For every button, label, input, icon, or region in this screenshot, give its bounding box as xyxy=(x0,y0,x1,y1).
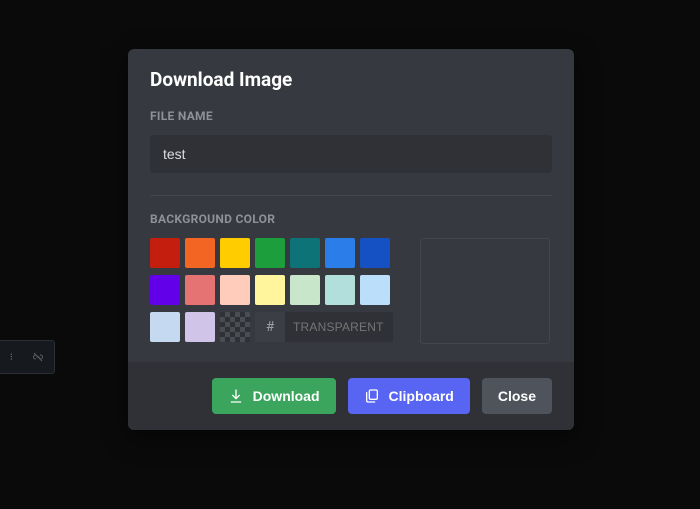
color-swatch[interactable] xyxy=(360,275,390,305)
modal-title: Download Image xyxy=(128,49,574,95)
bgcolor-label: BACKGROUND COLOR xyxy=(150,212,552,226)
color-swatch[interactable] xyxy=(290,238,320,268)
color-swatch[interactable] xyxy=(255,238,285,268)
color-swatch[interactable] xyxy=(220,238,250,268)
color-swatch[interactable] xyxy=(255,275,285,305)
clipboard-icon xyxy=(364,388,380,404)
toolbar-glyph: ⁝ xyxy=(10,352,13,363)
bgcolor-row: # xyxy=(150,238,552,344)
hex-input-group: # xyxy=(255,312,393,344)
download-image-modal: Download Image FILE NAME BACKGROUND COLO… xyxy=(128,49,574,430)
modal-footer: Download Clipboard Close xyxy=(128,362,574,430)
color-preview xyxy=(420,238,550,344)
filename-input[interactable] xyxy=(150,135,552,173)
modal-body: FILE NAME BACKGROUND COLOR # xyxy=(128,95,574,362)
divider xyxy=(150,195,552,196)
color-swatch[interactable] xyxy=(220,275,250,305)
color-swatch[interactable] xyxy=(185,238,215,268)
close-button[interactable]: Close xyxy=(482,378,552,414)
swatch-grid: # xyxy=(150,238,398,344)
color-swatch[interactable] xyxy=(185,312,215,342)
hex-prefix: # xyxy=(255,312,285,342)
color-swatch[interactable] xyxy=(150,238,180,268)
download-button-label: Download xyxy=(253,388,320,404)
color-swatch[interactable] xyxy=(325,275,355,305)
transparent-swatch[interactable] xyxy=(220,312,250,342)
download-icon xyxy=(228,388,244,404)
filename-label: FILE NAME xyxy=(150,109,552,123)
color-swatch[interactable] xyxy=(185,275,215,305)
close-button-label: Close xyxy=(498,388,536,404)
background-toolbar: ⁝ xyxy=(0,340,55,374)
clipboard-button[interactable]: Clipboard xyxy=(348,378,470,414)
color-swatch[interactable] xyxy=(150,275,180,305)
clipboard-button-label: Clipboard xyxy=(389,388,454,404)
download-button[interactable]: Download xyxy=(212,378,336,414)
hex-input[interactable] xyxy=(285,312,393,342)
color-swatch[interactable] xyxy=(290,275,320,305)
color-swatch[interactable] xyxy=(360,238,390,268)
link-off-icon xyxy=(32,351,44,363)
color-swatch[interactable] xyxy=(325,238,355,268)
color-swatch[interactable] xyxy=(150,312,180,342)
